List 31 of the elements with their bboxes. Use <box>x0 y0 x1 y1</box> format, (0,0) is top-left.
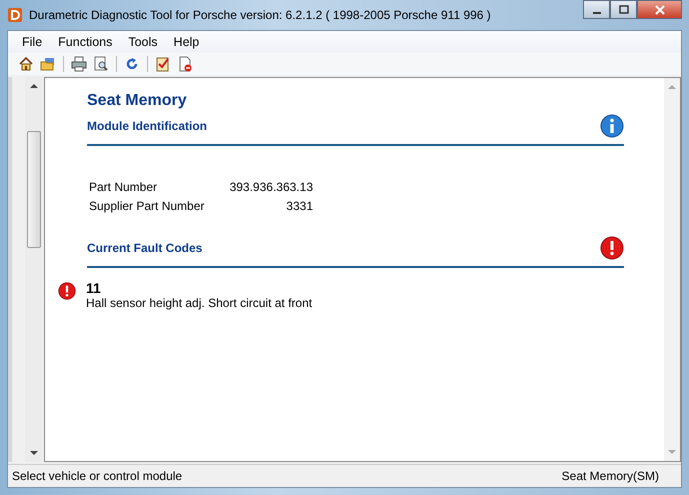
maximize-button[interactable] <box>610 0 637 19</box>
error-icon <box>600 236 624 260</box>
menu-item[interactable]: File <box>14 35 50 49</box>
status-text: Seat Memory(SM) <box>562 469 659 483</box>
field-value: 393.936.363.13 <box>228 179 313 196</box>
field-label: Part Number <box>89 179 158 196</box>
window-title: Durametric Diagnostic Tool for Porsche version: 6.2.1.2 ( 1998-2005 Porsche 911 996 ) <box>29 8 491 22</box>
close-icon <box>654 4 664 14</box>
error-icon <box>58 282 76 300</box>
menu-item[interactable]: Help <box>166 35 208 49</box>
fault-code: 11 <box>86 280 102 296</box>
app-icon <box>7 7 23 23</box>
section-heading: Module Identification <box>87 119 207 133</box>
field-value: 3331 <box>285 198 313 215</box>
field-label: Supplier Part Number <box>89 198 206 215</box>
minimize-icon <box>592 12 600 14</box>
section-heading: Current Fault Codes <box>87 241 202 255</box>
printer-icon[interactable] <box>69 54 89 74</box>
scroll-down-icon[interactable] <box>30 450 38 456</box>
menu-item[interactable]: Functions <box>50 35 120 49</box>
scroll-thumb[interactable] <box>26 131 40 248</box>
fault-description: Hall sensor height adj. Short circuit at front <box>86 296 312 310</box>
module-title: Seat Memory <box>87 92 188 110</box>
status-text: Select vehicle or control module <box>12 469 182 483</box>
scrollbar[interactable] <box>25 77 42 462</box>
menu-item[interactable]: Tools <box>120 35 166 49</box>
info-icon <box>600 114 624 138</box>
maximize-icon <box>618 4 628 14</box>
close-button[interactable] <box>637 0 682 19</box>
minimize-button[interactable] <box>583 0 610 19</box>
scroll-up-icon[interactable] <box>30 83 38 89</box>
